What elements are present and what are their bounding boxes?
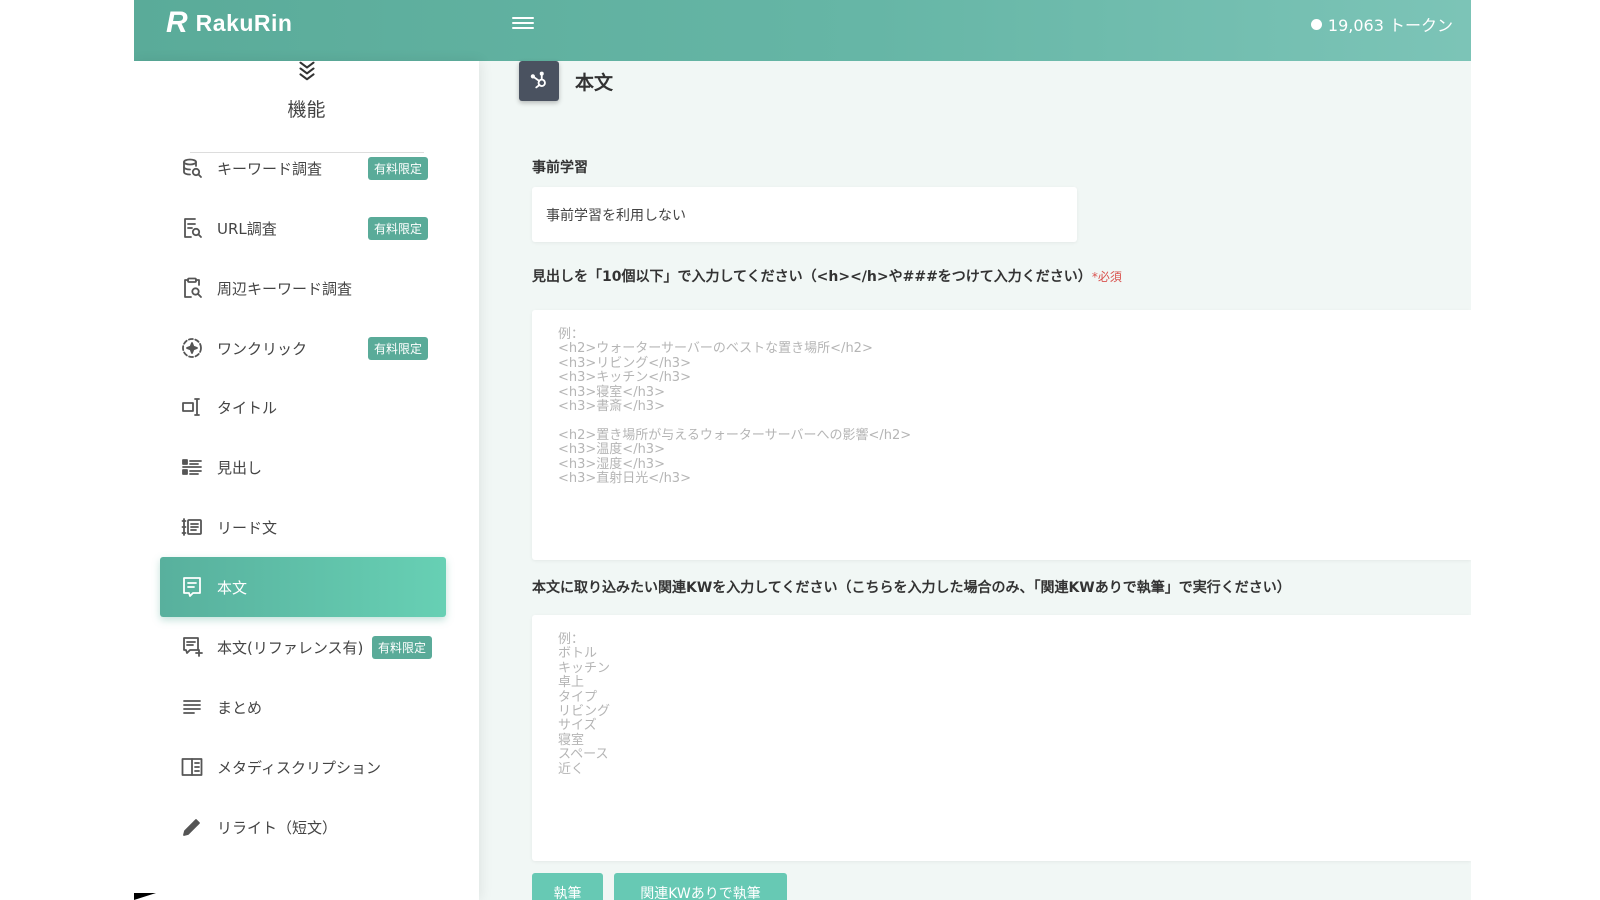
sidebar-item-label: まとめ — [217, 698, 263, 717]
pencil-icon — [179, 814, 205, 840]
database-search-icon — [179, 155, 205, 181]
headings-placeholder: 例： <h2>ウォーターサーバーのベストな置き場所</h2> <h3>リビング<… — [558, 327, 912, 487]
sidebar-item-5[interactable]: 見出し — [160, 437, 446, 497]
sidebar-item-label: タイトル — [217, 398, 278, 417]
headings-label-text: 見出しを「10個以下」で入力してください（<h></h>や###をつけて入力くだ… — [532, 269, 1092, 285]
sidebar-item-4[interactable]: タイトル — [160, 377, 446, 437]
required-mark: *必須 — [1091, 270, 1122, 284]
prelearning-select[interactable]: 事前学習を利用しない — [532, 187, 1077, 242]
prelearning-value: 事前学習を利用しない — [546, 207, 686, 224]
sidebar-title: 機能 — [287, 99, 326, 121]
sidebar-item-label: リード文 — [217, 518, 278, 537]
logo-mark: R — [166, 6, 188, 39]
sidebar: 機能 キーワード調査 有料限定 URL調査 有料限定 周辺キーワード調査 ワンクリック 有料… — [134, 61, 479, 900]
sidebar-item-label: URL調査 — [217, 219, 277, 238]
write-with-kw-button[interactable]: 関連KWありで執筆 — [614, 873, 787, 900]
sidebar-item-1[interactable]: URL調査 有料限定 — [160, 198, 446, 258]
numbered-list-icon — [179, 514, 205, 540]
paid-only-badge: 有料限定 — [367, 156, 428, 180]
sidebar-item-3[interactable]: ワンクリック 有料限定 — [160, 318, 446, 378]
sidebar-item-label: 本文 — [217, 578, 248, 597]
token-balance: 19,063 トークン — [1310, 12, 1453, 36]
sidebar-item-label: リライト（短文） — [217, 818, 338, 837]
sidebar-item-label: メタディスクリプション — [217, 758, 381, 777]
main-content: 本文 事前学習 事前学習を利用しない 見出しを「10個以下」で入力してください（… — [479, 61, 1471, 900]
sidebar-item-7[interactable]: 本文 — [160, 557, 446, 617]
sidebar-item-label: ワンクリック — [217, 339, 308, 358]
mouse-cursor-icon — [134, 893, 156, 900]
keywords-placeholder: 例： ボトル キッチン 卓上 タイプ リビング サイズ 寝室 スペース 近く — [558, 632, 611, 777]
book-open-icon — [179, 754, 205, 780]
sidebar-item-0[interactable]: キーワード調査 有料限定 — [160, 138, 446, 198]
sparkle-circle-icon — [179, 335, 205, 361]
page-title: 本文 — [575, 71, 614, 94]
app-window: R RakuRin 19,063 トークン 機能 キーワード調査 有料限定 URL調… — [134, 0, 1471, 900]
paid-only-badge: 有料限定 — [371, 635, 432, 659]
token-count: 19,063 トークン — [1327, 16, 1453, 35]
page-header: 本文 — [519, 61, 613, 101]
sidebar-item-label: 見出し — [217, 458, 263, 477]
chevrons-down-icon[interactable] — [294, 61, 320, 87]
sidebar-item-10[interactable]: メタディスクリプション — [160, 737, 446, 797]
headings-label: 見出しを「10個以下」で入力してください（<h></h>や###をつけて入力くだ… — [532, 266, 1122, 286]
menu-icon[interactable] — [512, 14, 534, 32]
sidebar-item-11[interactable]: リライト（短文） — [160, 797, 446, 857]
hubspot-icon — [519, 61, 559, 101]
list-heading-icon — [179, 454, 205, 480]
write-button[interactable]: 執筆 — [532, 873, 603, 900]
top-bar: R RakuRin 19,063 トークン — [134, 0, 1471, 61]
sidebar-item-9[interactable]: まとめ — [160, 677, 446, 737]
brand-logo[interactable]: R RakuRin — [166, 8, 292, 38]
headings-textarea[interactable]: 例： <h2>ウォーターサーバーのベストな置き場所</h2> <h3>リビング<… — [532, 310, 1471, 560]
keywords-label: 本文に取り込みたい関連KWを入力してください（こちらを入力した場合のみ、「関連K… — [532, 580, 1291, 596]
sidebar-item-label: 本文(リファレンス有) — [217, 638, 364, 657]
clipboard-search-icon — [179, 275, 205, 301]
sidebar-item-label: キーワード調査 — [217, 159, 323, 178]
message-plus-icon — [179, 634, 205, 660]
text-cursor-icon — [179, 394, 205, 420]
token-icon — [1310, 18, 1322, 30]
message-text-icon — [179, 574, 205, 600]
sidebar-item-8[interactable]: 本文(リファレンス有) 有料限定 — [160, 617, 446, 677]
sidebar-item-6[interactable]: リード文 — [160, 497, 446, 557]
sidebar-item-2[interactable]: 周辺キーワード調査 — [160, 258, 446, 318]
document-search-icon — [179, 215, 205, 241]
prelearning-label: 事前学習 — [532, 160, 588, 176]
paid-only-badge: 有料限定 — [367, 216, 428, 240]
align-left-icon — [179, 694, 205, 720]
keywords-textarea[interactable]: 例： ボトル キッチン 卓上 タイプ リビング サイズ 寝室 スペース 近く — [532, 615, 1471, 861]
paid-only-badge: 有料限定 — [367, 336, 428, 360]
app-name: RakuRin — [195, 9, 293, 36]
sidebar-item-label: 周辺キーワード調査 — [217, 279, 353, 298]
